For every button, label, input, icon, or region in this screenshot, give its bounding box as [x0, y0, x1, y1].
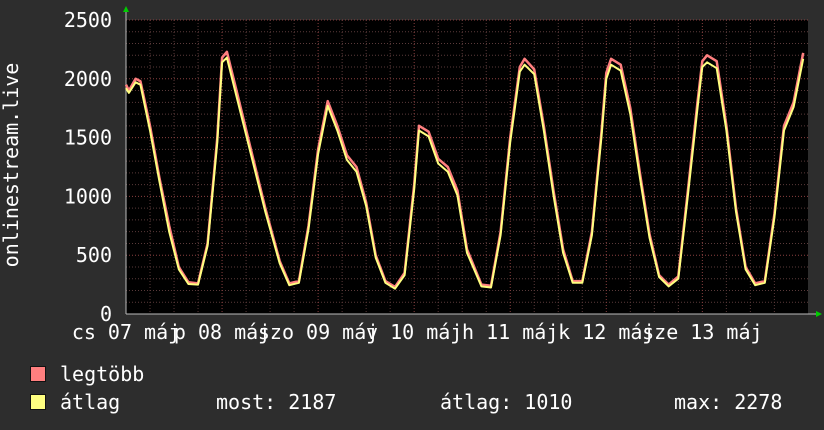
y-tick-label: 2500 — [64, 8, 112, 32]
y-axis-arrow-icon — [123, 6, 129, 12]
x-tick-label: szo 09 máj — [258, 320, 378, 344]
stat-most: most: 2187 — [216, 390, 337, 414]
legend-label-legtobb: legtöbb — [60, 362, 145, 386]
stat-atlag: átlag: 1010 — [440, 390, 573, 414]
legend-swatch-atlag — [30, 394, 46, 410]
legend-item-legtobb: legtöbb — [30, 362, 144, 386]
line-chart: 05001000150020002500cs 07 májp 08 májszo… — [0, 6, 822, 344]
y-tick-label: 1000 — [64, 184, 112, 208]
x-tick-label: p 08 máj — [174, 320, 270, 344]
y-tick-label: 2000 — [64, 67, 112, 91]
stat-max: max: 2278 — [674, 390, 783, 414]
legend-item-atlag: átlag — [30, 390, 120, 414]
x-tick-label: h 11 máj — [462, 320, 558, 344]
x-tick-label: cs 07 máj — [72, 320, 180, 344]
x-tick-label: sze 13 máj — [642, 320, 762, 344]
x-tick-label: k 12 máj — [558, 320, 654, 344]
legend-swatch-legtobb — [30, 366, 46, 382]
y-tick-label: 1500 — [64, 126, 112, 150]
y-axis-label: onlinestream.live — [0, 63, 23, 268]
x-tick-label: v 10 máj — [366, 320, 462, 344]
y-tick-label: 500 — [76, 243, 112, 267]
legend-label-atlag: átlag — [60, 390, 121, 414]
x-axis-arrow-icon — [816, 311, 822, 317]
